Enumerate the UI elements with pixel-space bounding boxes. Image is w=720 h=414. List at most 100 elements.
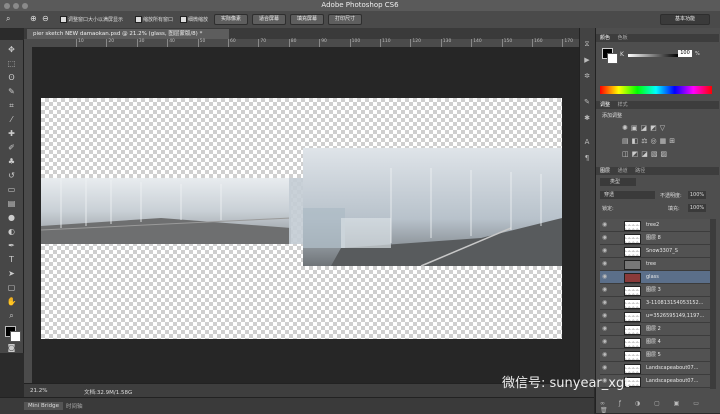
opacity-field[interactable]: 100% [688,191,706,199]
mini-bridge-tab[interactable]: Mini Bridge [24,402,63,410]
color-tab[interactable]: 颜色 [600,35,610,41]
bottom-tab-bar: Mini Bridge 时间轴 [0,397,594,414]
healing-brush-tool-icon[interactable]: ✚ [6,128,17,139]
document-canvas[interactable] [41,98,562,339]
vertical-ruler [24,47,32,383]
app-title: Adobe Photoshop CS6 [321,1,399,9]
clone-stamp-tool-icon[interactable]: ♣ [6,156,17,167]
workspace-select[interactable]: 基本功能 [660,14,710,25]
zoom-tool-icon[interactable]: ⌕ [6,310,17,321]
layer-row[interactable]: ◉ 图层 5 [600,349,710,362]
paths-tab[interactable]: 路径 [635,168,645,174]
layer-row[interactable]: ◉ 图层 8 [600,232,710,245]
layer-row[interactable]: ◉ tree2 [600,219,710,232]
visibility-eye-icon[interactable]: ◉ [602,219,607,231]
ruler-tick-label: 110 [382,39,391,44]
layer-row[interactable]: ◉ 图层 2 [600,323,710,336]
layer-thumbnail [624,286,641,296]
crop-tool-icon[interactable]: ⌗ [6,100,17,111]
ruler-tick [562,39,564,47]
layer-row[interactable]: ◉ 图层 3 [600,284,710,297]
layer-group-row-selected[interactable]: ◉ glass [600,271,710,284]
gradient-tool-icon[interactable]: ▤ [6,198,17,209]
adjustment-icons-row-3[interactable]: ◫◩◪▧▨ [622,150,670,158]
visibility-eye-icon[interactable]: ◉ [602,284,607,296]
layer-row[interactable]: ◉ Snow3307_S [600,245,710,258]
shape-tool-icon[interactable]: ▢ [6,282,17,293]
layer-row[interactable]: ◉ 3-110813154053152... [600,297,710,310]
marquee-tool-icon[interactable]: ⬚ [6,58,17,69]
styles-tab[interactable]: 样式 [618,102,628,108]
visibility-eye-icon[interactable]: ◉ [602,232,607,244]
layers-tab[interactable]: 图层 [600,168,610,174]
history-panel-icon[interactable]: ⧖ [583,40,591,48]
scrubby-zoom-checkbox[interactable] [180,16,187,23]
blend-mode-select[interactable]: 穿透 [600,191,655,199]
zoom-level[interactable]: 21.2% [30,388,47,394]
print-size-button[interactable]: 打印尺寸 [328,14,362,25]
brush-tool-icon[interactable]: ✐ [6,142,17,153]
layer-filter-select[interactable]: 类型 [600,178,636,186]
visibility-eye-icon[interactable]: ◉ [602,349,607,361]
swatches-tab[interactable]: 色板 [618,35,628,41]
pen-tool-icon[interactable]: ✒ [6,240,17,251]
brush-panel-icon[interactable]: ✎ [583,98,591,106]
zoom-in-icon[interactable]: ⊕ [30,14,37,23]
timeline-tab[interactable]: 时间轴 [66,402,83,410]
dodge-tool-icon[interactable]: ◐ [6,226,17,237]
resize-windows-checkbox[interactable] [60,16,67,23]
eyedropper-tool-icon[interactable]: ⁄ [6,114,17,125]
layer-name: Landscapeabout07... [646,378,699,384]
actions-panel-icon[interactable]: ▶ [583,56,591,64]
color-background-swatch[interactable] [607,53,618,64]
character-panel-icon[interactable]: A [583,138,591,146]
document-tab[interactable]: pier sketch NEW damaokan.psd @ 21.2% (gl… [27,29,229,39]
blur-tool-icon[interactable]: ● [6,212,17,223]
quick-mask-icon[interactable]: ◙ [6,342,17,353]
visibility-eye-icon[interactable]: ◉ [602,310,607,322]
layers-scrollbar[interactable] [710,219,716,389]
move-tool-icon[interactable]: ✥ [6,44,17,55]
k-slider[interactable] [628,54,678,57]
adjustment-icons-row-2[interactable]: ▤◧⚖◎▦⊞ [622,137,678,145]
fill-field[interactable]: 100% [688,204,706,212]
ruler-tick [228,39,229,47]
layer-row[interactable]: ◉ u=3526595149,1197... [600,310,710,323]
visibility-eye-icon[interactable]: ◉ [602,336,607,348]
layer-row[interactable]: ◉ 图层 4 [600,336,710,349]
visibility-eye-icon[interactable]: ◉ [602,323,607,335]
hand-tool-icon[interactable]: ✋ [6,296,17,307]
layer-name: u=3526595149,1197... [646,313,705,319]
background-color-swatch[interactable] [10,331,21,342]
history-brush-tool-icon[interactable]: ↺ [6,170,17,181]
properties-panel-icon[interactable]: ✲ [583,72,591,80]
visibility-eye-icon[interactable]: ◉ [602,297,607,309]
visibility-eye-icon[interactable]: ◉ [602,258,607,270]
paragraph-panel-icon[interactable]: ¶ [583,154,591,162]
adjustment-icons-row-1[interactable]: ✺▣◪◩▽ [622,124,668,132]
fit-screen-button[interactable]: 适合屏幕 [252,14,286,25]
lasso-tool-icon[interactable]: ʘ [6,72,17,83]
k-value-field[interactable]: 100 [678,50,692,57]
channels-tab[interactable]: 通道 [618,168,628,174]
fill-screen-button[interactable]: 填充屏幕 [290,14,324,25]
zoom-tool-icon[interactable]: ⌕ [6,14,10,24]
zoom-out-icon[interactable]: ⊖ [42,14,49,23]
layer-group-row[interactable]: ◉ tree [600,258,710,271]
zoom-all-windows-checkbox[interactable] [135,16,142,23]
type-tool-icon[interactable]: T [6,254,17,265]
color-spectrum-ramp[interactable] [600,86,712,94]
quick-select-tool-icon[interactable]: ✎ [6,86,17,97]
document-size: 文档:32.9M/1.58G [84,390,133,396]
visibility-eye-icon[interactable]: ◉ [602,271,607,283]
ruler-tick-label: 170 [564,39,573,44]
clone-source-panel-icon[interactable]: ✱ [583,114,591,122]
adjustments-tab[interactable]: 调整 [600,102,610,108]
path-select-tool-icon[interactable]: ➤ [6,268,17,279]
ruler-tick [440,39,442,47]
layers-footer-icons[interactable]: ∞ ƒ ◑ ▢ ▣ ▭ 🗑 [600,400,710,414]
eraser-tool-icon[interactable]: ▭ [6,184,17,195]
visibility-eye-icon[interactable]: ◉ [602,245,607,257]
actual-pixels-button[interactable]: 实际像素 [214,14,248,25]
ruler-tick [197,39,199,47]
